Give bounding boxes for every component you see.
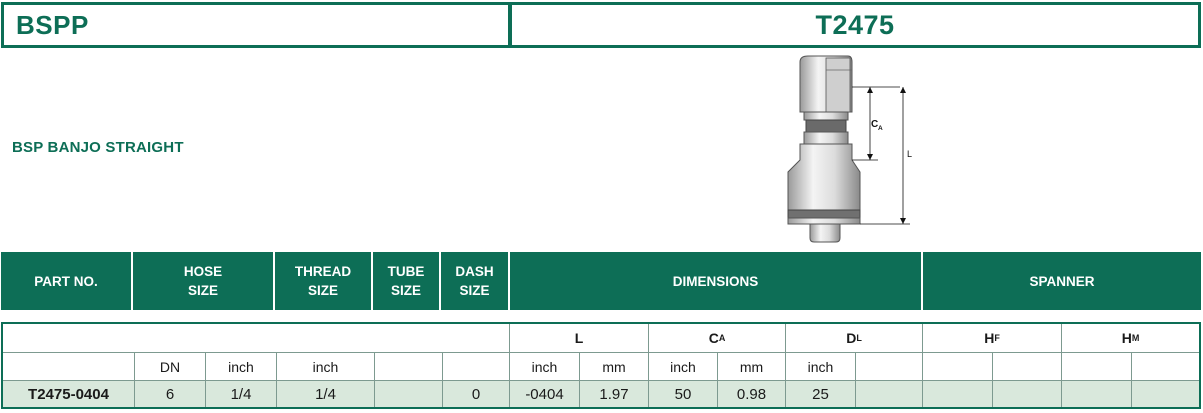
product-subtitle: BSP BANJO STRAIGHT bbox=[12, 139, 184, 156]
units-blank bbox=[3, 353, 135, 381]
cell-ca-mm: 0.98 bbox=[718, 381, 786, 407]
cell-l-inch: -0404 bbox=[510, 381, 580, 407]
col-thread-size: THREAD SIZE bbox=[275, 252, 373, 310]
unit-l-mm: mm bbox=[580, 353, 649, 381]
dim-ca-header: CA bbox=[649, 324, 786, 353]
dim-l-header: L bbox=[510, 324, 649, 353]
cell-tube bbox=[375, 381, 443, 407]
unit-ca-inch: inch bbox=[649, 353, 718, 381]
col-spanner: SPANNER bbox=[1029, 273, 1095, 289]
dimension-symbol-row: L CA DL HF HM bbox=[3, 324, 1199, 353]
cell-blank bbox=[923, 381, 993, 407]
units-row: DN inch inch inch mm inch mm inch bbox=[3, 353, 1199, 381]
series-title: BSPP bbox=[16, 9, 89, 40]
cell-dash: 0 bbox=[443, 381, 510, 407]
unit-ca-mm: mm bbox=[718, 353, 786, 381]
cell-dl-inch: 25 bbox=[786, 381, 856, 407]
cell-thread-inch: 1/4 bbox=[277, 381, 375, 407]
part-title: T2475 bbox=[815, 9, 895, 40]
unit-dn: DN bbox=[135, 353, 206, 381]
cell-hose-inch: 1/4 bbox=[206, 381, 277, 407]
fitting-drawing-icon: C A L bbox=[787, 55, 912, 243]
dimension-l-label: L bbox=[907, 149, 912, 159]
spanner-hf-header: HF bbox=[923, 324, 1062, 353]
dimension-ca-subscript: A bbox=[878, 125, 883, 132]
col-dash-size: DASH SIZE bbox=[441, 252, 510, 310]
unit-dl-inch: inch bbox=[786, 353, 856, 381]
cell-l-mm: 1.97 bbox=[580, 381, 649, 407]
cell-blank bbox=[856, 381, 923, 407]
col-part-no: PART NO. bbox=[1, 252, 133, 310]
unit-blank bbox=[1132, 353, 1199, 381]
series-header: BSPP bbox=[1, 2, 511, 48]
col-dimensions: DIMENSIONS bbox=[510, 252, 923, 310]
cell-blank bbox=[1062, 381, 1132, 407]
unit-thread-inch: inch bbox=[277, 353, 375, 381]
cell-blank bbox=[993, 381, 1062, 407]
cell-dn: 6 bbox=[135, 381, 206, 407]
col-hose-size: HOSE SIZE bbox=[133, 252, 275, 310]
cell-ca-inch: 50 bbox=[649, 381, 718, 407]
unit-blank bbox=[1062, 353, 1132, 381]
table-row: T2475-0404 6 1/4 1/4 0 -0404 1.97 50 0.9… bbox=[3, 381, 1199, 407]
col-tube-size: TUBE SIZE bbox=[373, 252, 441, 310]
unit-dash bbox=[443, 353, 510, 381]
cell-part-no: T2475-0404 bbox=[3, 381, 135, 407]
unit-tube bbox=[375, 353, 443, 381]
part-table: L CA DL HF HM DN inch inch inch mm inch … bbox=[1, 322, 1201, 409]
column-header-band: PART NO. HOSE SIZE THREAD SIZE TUBE SIZE… bbox=[1, 252, 1201, 310]
cell-blank bbox=[1132, 381, 1199, 407]
unit-l-inch: inch bbox=[510, 353, 580, 381]
part-header: T2475 bbox=[509, 2, 1201, 48]
unit-blank bbox=[856, 353, 923, 381]
unit-blank bbox=[923, 353, 993, 381]
spanner-hm-header: HM bbox=[1062, 324, 1199, 353]
unit-hose-inch: inch bbox=[206, 353, 277, 381]
blank-cell bbox=[3, 324, 510, 353]
unit-blank bbox=[993, 353, 1062, 381]
dim-dl-header: DL bbox=[786, 324, 923, 353]
